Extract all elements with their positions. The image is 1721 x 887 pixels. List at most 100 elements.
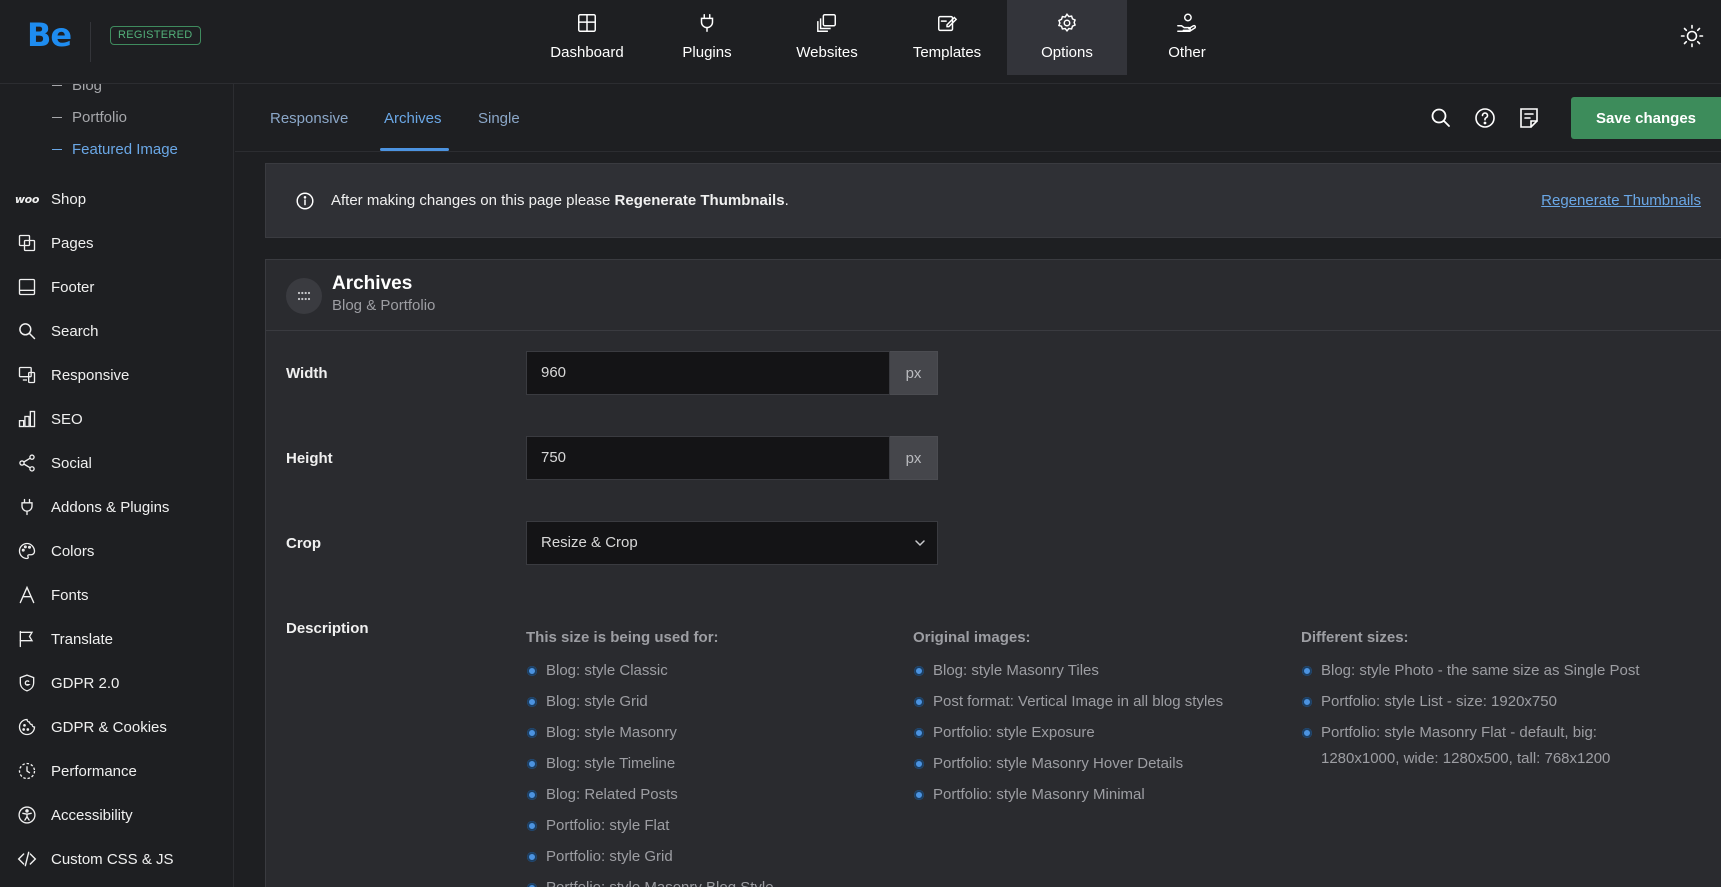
app: Be REGISTERED Dashboard Plugins Websites… <box>0 0 1721 887</box>
performance-icon <box>16 760 38 782</box>
regenerate-notice: After making changes on this page please… <box>265 163 1721 238</box>
regenerate-thumbnails-link[interactable]: Regenerate Thumbnails <box>1541 192 1701 209</box>
sidebar-item-label: SEO <box>51 410 83 428</box>
description-column-used-for: This size is being used for: Blog: style… <box>526 629 886 887</box>
sidebar-item-footer[interactable]: Footer <box>16 275 94 299</box>
nav-label: Dashboard <box>550 44 624 61</box>
crop-label: Crop <box>286 535 321 552</box>
notice-text: After making changes on this page please… <box>331 192 789 209</box>
sidebar-item-seo[interactable]: SEO <box>16 407 83 431</box>
panel-header: Archives Blog & Portfolio <box>266 260 1721 331</box>
plug-icon <box>700 14 714 32</box>
archives-panel: Archives Blog & Portfolio Width 960 px H… <box>265 259 1721 887</box>
gear-icon <box>1057 13 1076 32</box>
height-field: 750 px <box>526 436 938 480</box>
sidebar-item-label: Footer <box>51 278 95 296</box>
nav-label: Templates <box>912 44 982 61</box>
list-item: Portfolio: style Masonry Flat - default,… <box>1301 720 1671 772</box>
help-icon[interactable] <box>1473 106 1497 130</box>
nav-label: Other <box>1168 44 1206 61</box>
save-changes-button[interactable]: Save changes <box>1571 97 1721 139</box>
be-logo[interactable]: Be <box>27 16 72 54</box>
column-heading: Original images: <box>913 629 1031 646</box>
nav-label: Plugins <box>682 44 732 61</box>
top-bar: Be REGISTERED Dashboard Plugins Websites… <box>0 0 1721 84</box>
description-label: Description <box>286 620 369 637</box>
notes-icon[interactable] <box>1517 106 1541 130</box>
sidebar-item-shop[interactable]: woo Shop <box>14 187 87 211</box>
sidebar-item-gdpr-cookies[interactable]: GDPR & Cookies <box>16 715 167 739</box>
sidebar-item-responsive[interactable]: Responsive <box>16 363 129 387</box>
height-unit: px <box>890 436 938 480</box>
sidebar-item-label: Responsive <box>51 366 130 384</box>
palette-icon <box>16 540 38 562</box>
sidebar-item-accessibility[interactable]: Accessibility <box>16 803 133 827</box>
list-item: Blog: style Photo - the same size as Sin… <box>1301 658 1671 684</box>
sidebar-item-pages[interactable]: Pages <box>16 231 94 255</box>
plug-icon <box>16 496 38 518</box>
list-item: Blog: style Masonry Tiles <box>913 658 1273 684</box>
width-input[interactable]: 960 <box>526 351 890 395</box>
nav-other[interactable]: Other <box>1127 0 1247 75</box>
registered-badge: REGISTERED <box>110 26 201 45</box>
height-label: Height <box>286 450 333 467</box>
list-item: Blog: style Grid <box>526 689 886 715</box>
search-icon <box>16 320 38 342</box>
sidebar-item-performance[interactable]: Performance <box>16 759 137 783</box>
shield-icon <box>16 672 38 694</box>
crop-selected-value: Resize & Crop <box>541 534 638 551</box>
sidebar-item-social[interactable]: Social <box>16 451 92 475</box>
crop-select[interactable]: Resize & Crop <box>526 521 938 565</box>
sun-icon[interactable] <box>1680 24 1704 48</box>
sidebar-item-gdpr-2[interactable]: GDPR 2.0 <box>16 671 119 695</box>
list-item: Blog: style Masonry <box>526 720 886 746</box>
list-item: Portfolio: style Masonry Hover Details <box>913 751 1273 777</box>
list-item: Blog: style Timeline <box>526 751 886 777</box>
sidebar-item-label: Accessibility <box>51 806 133 824</box>
nav-dashboard[interactable]: Dashboard <box>527 0 647 75</box>
width-label: Width <box>286 365 328 382</box>
templates-icon <box>938 15 958 32</box>
nav-plugins[interactable]: Plugins <box>647 0 767 75</box>
column-heading: This size is being used for: <box>526 629 719 646</box>
seo-icon <box>16 408 38 430</box>
sidebar-item-addons[interactable]: Addons & Plugins <box>16 495 169 519</box>
footer-icon <box>16 276 38 298</box>
list-item: Portfolio: style Flat <box>526 813 886 839</box>
tab-single[interactable]: Single <box>478 110 520 127</box>
nav-templates[interactable]: Templates <box>887 0 1007 75</box>
tab-archives[interactable]: Archives <box>384 110 442 127</box>
woo-icon: woo <box>14 192 40 206</box>
width-unit: px <box>890 351 938 395</box>
sidebar-item-label: GDPR 2.0 <box>51 674 120 692</box>
description-column-original: Original images: Blog: style Masonry Til… <box>913 629 1273 813</box>
sidebar-subitem-portfolio[interactable]: Portfolio <box>52 109 127 126</box>
list-item: Portfolio: style Grid <box>526 844 886 870</box>
sidebar-item-label: Pages <box>51 234 94 252</box>
nav-options[interactable]: Options <box>1007 0 1127 75</box>
sidebar: Blog Portfolio Featured Image woo Shop P… <box>0 84 234 887</box>
sidebar-item-custom-css-js[interactable]: Custom CSS & JS <box>16 847 174 871</box>
height-input[interactable]: 750 <box>526 436 890 480</box>
sidebar-item-label: Search <box>51 322 99 340</box>
width-field: 960 px <box>526 351 938 395</box>
sidebar-item-label: Shop <box>51 190 87 208</box>
logo-divider <box>90 22 91 62</box>
drag-handle-icon[interactable] <box>286 278 322 314</box>
sidebar-item-search[interactable]: Search <box>16 319 99 343</box>
pages-icon <box>16 232 38 254</box>
search-icon[interactable] <box>1429 106 1453 130</box>
sidebar-item-translate[interactable]: Translate <box>16 627 113 651</box>
sidebar-item-colors[interactable]: Colors <box>16 539 94 563</box>
sidebar-item-fonts[interactable]: Fonts <box>16 583 89 607</box>
sidebar-item-label: Translate <box>51 630 113 648</box>
sidebar-subitem-blog[interactable]: Blog <box>52 84 102 94</box>
cookie-icon <box>16 716 38 738</box>
list-item: Post format: Vertical Image in all blog … <box>913 689 1273 715</box>
sidebar-subitem-featured-image[interactable]: Featured Image <box>52 141 178 158</box>
panel-subtitle: Blog & Portfolio <box>332 297 436 314</box>
panel-title: Archives <box>332 273 413 294</box>
nav-label: Websites <box>796 44 858 61</box>
tab-responsive[interactable]: Responsive <box>270 110 348 127</box>
nav-websites[interactable]: Websites <box>767 0 887 75</box>
